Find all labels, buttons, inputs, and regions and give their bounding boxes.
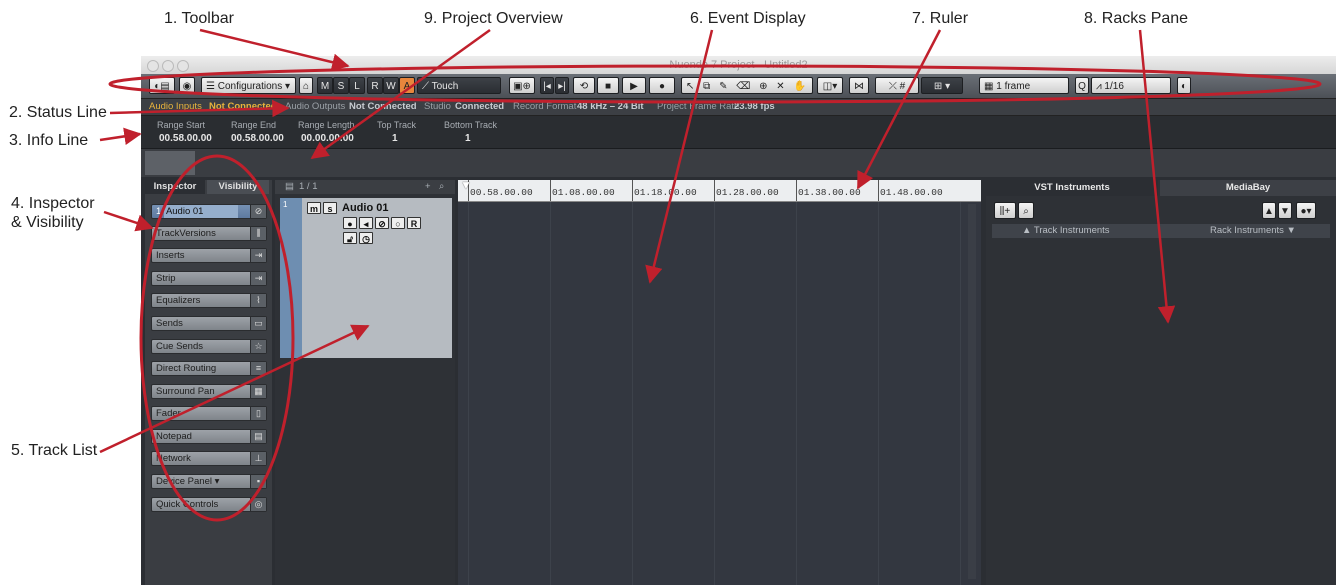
callout-info-line: 3. Info Line [9, 132, 89, 149]
callout-track-list: 5. Track List [11, 442, 98, 459]
racks-pane-arrow [1138, 29, 1176, 324]
callout-visibility: & Visibility [11, 214, 84, 231]
toolbar-ring [108, 64, 1322, 104]
inspector-ring [139, 154, 295, 522]
callout-toolbar: 1. Toolbar [164, 10, 234, 27]
callout-inspector: 4. Inspector [11, 195, 95, 212]
project-overview-arrow [310, 28, 491, 160]
annotation-overlay [99, 28, 1322, 522]
callout-racks-pane: 8. Racks Pane [1084, 10, 1189, 27]
status-line-arrow [109, 99, 290, 118]
info-line-arrow [99, 127, 142, 145]
inspector-arrow [103, 210, 154, 232]
event-display-arrow [645, 29, 714, 284]
ruler-arrow [856, 29, 942, 190]
callout-status-line: 2. Status Line [9, 104, 107, 121]
toolbar-arrow [199, 28, 350, 71]
callout-event-display: 6. Event Display [690, 10, 806, 27]
callout-project-overview: 9. Project Overview [424, 10, 563, 27]
callout-ruler: 7. Ruler [912, 10, 969, 27]
